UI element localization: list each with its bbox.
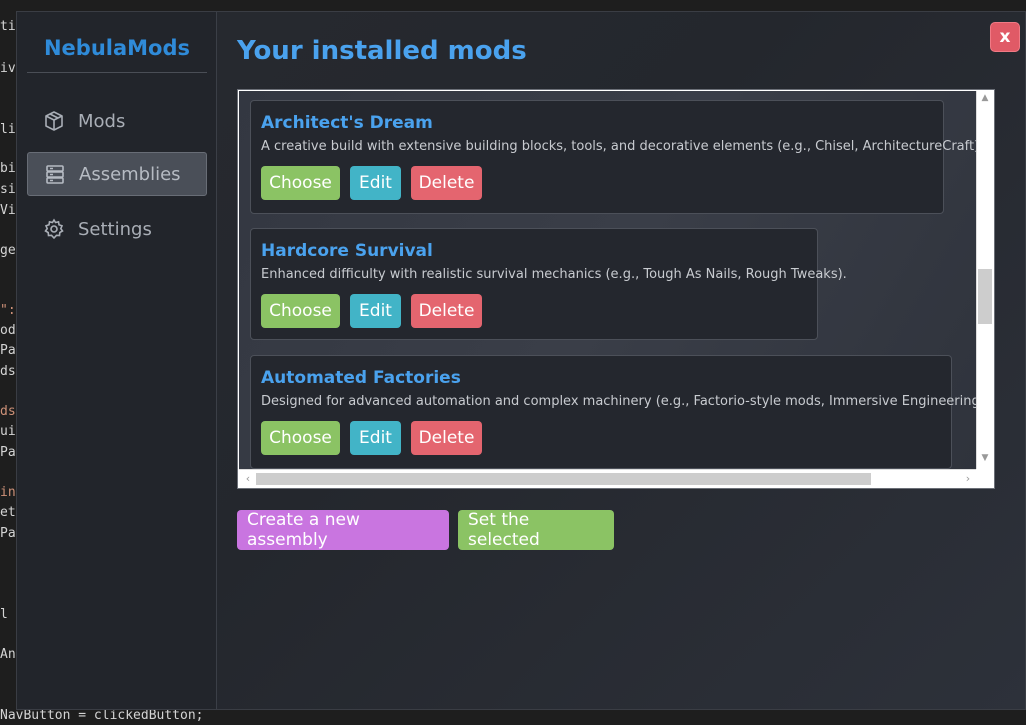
code-fragment: ge [0,243,16,258]
sidebar-item-settings[interactable]: Settings [27,207,207,251]
code-fragment: in [0,485,16,500]
sidebar-item-mods[interactable]: Mods [27,99,207,143]
delete-button[interactable]: Delete [411,421,482,455]
horizontal-scrollbar[interactable]: ‹ › [239,469,977,487]
assembly-description: Enhanced difficulty with realistic survi… [261,267,847,282]
assembly-description: Designed for advanced automation and com… [261,394,977,409]
assembly-card: Hardcore Survival Enhanced difficulty wi… [250,228,847,340]
code-fragment: ds [0,404,16,419]
code-fragment: iv [0,61,16,76]
code-fragment: ui [0,424,16,439]
sidebar-item-label: Assemblies [79,163,181,185]
assembly-list-viewport: Architect's Dream A creative build with … [239,91,977,469]
sidebar-item-label: Settings [78,218,152,240]
edit-button[interactable]: Edit [350,294,401,328]
code-fragment: li [0,122,16,137]
code-fragment: Pa [0,526,16,541]
code-fragment: Pa [0,445,16,460]
horizontal-scroll-thumb[interactable] [256,473,871,485]
assembly-name: Hardcore Survival [261,241,433,261]
sidebar-item-assemblies[interactable]: Assemblies [27,152,207,196]
close-button[interactable]: x [990,22,1020,52]
scroll-right-icon[interactable]: › [961,472,975,486]
assembly-list[interactable]: Architect's Dream A creative build with … [237,89,995,489]
code-fragment: An [0,647,16,662]
code-fragment: si [0,182,16,197]
code-fragment: et [0,505,16,520]
brand-title: NebulaMods [43,36,191,60]
code-fragment: ti [0,19,16,34]
vertical-scrollbar[interactable]: ▲ ▼ [976,91,993,469]
assembly-card: Architect's Dream A creative build with … [250,100,977,214]
sidebar-item-label: Mods [78,110,126,132]
sidebar: NebulaMods Mods Assemblies Settings [17,12,217,709]
scroll-up-icon[interactable]: ▲ [977,93,993,107]
create-assembly-button[interactable]: Create a new assembly [237,510,449,550]
page-title: Your installed mods [237,36,527,66]
gear-icon [42,217,66,241]
assembly-name: Architect's Dream [261,113,433,133]
assembly-description: A creative build with extensive building… [261,139,977,154]
code-fragment: ": [0,303,16,318]
action-row: Create a new assembly Set the selected [237,510,614,550]
code-fragment: ds [0,364,16,379]
scroll-down-icon[interactable]: ▼ [977,453,993,467]
code-line-bottom: NavButton = clickedButton; [0,708,204,723]
stack-icon [43,162,67,186]
choose-button[interactable]: Choose [261,421,340,455]
app-window: NebulaMods Mods Assemblies Settings Your… [16,11,1026,710]
assembly-card: Automated Factories Designed for advance… [250,355,977,469]
code-fragment: Pa [0,343,16,358]
choose-button[interactable]: Choose [261,294,340,328]
assembly-name: Automated Factories [261,368,461,388]
code-fragment: bi [0,161,16,176]
choose-button[interactable]: Choose [261,166,340,200]
scroll-left-icon[interactable]: ‹ [241,472,255,486]
scrollbar-corner [976,469,993,487]
code-fragment: Vi [0,203,16,218]
brand-divider [27,72,207,73]
code-fragment: od [0,323,16,338]
delete-button[interactable]: Delete [411,166,482,200]
vertical-scroll-thumb[interactable] [978,269,992,324]
edit-button[interactable]: Edit [350,166,401,200]
code-fragment: l [0,607,8,622]
delete-button[interactable]: Delete [411,294,482,328]
edit-button[interactable]: Edit [350,421,401,455]
cube-icon [42,109,66,133]
set-selected-button[interactable]: Set the selected [458,510,614,550]
main-panel: Your installed mods x Architect's Dream … [217,12,1025,709]
